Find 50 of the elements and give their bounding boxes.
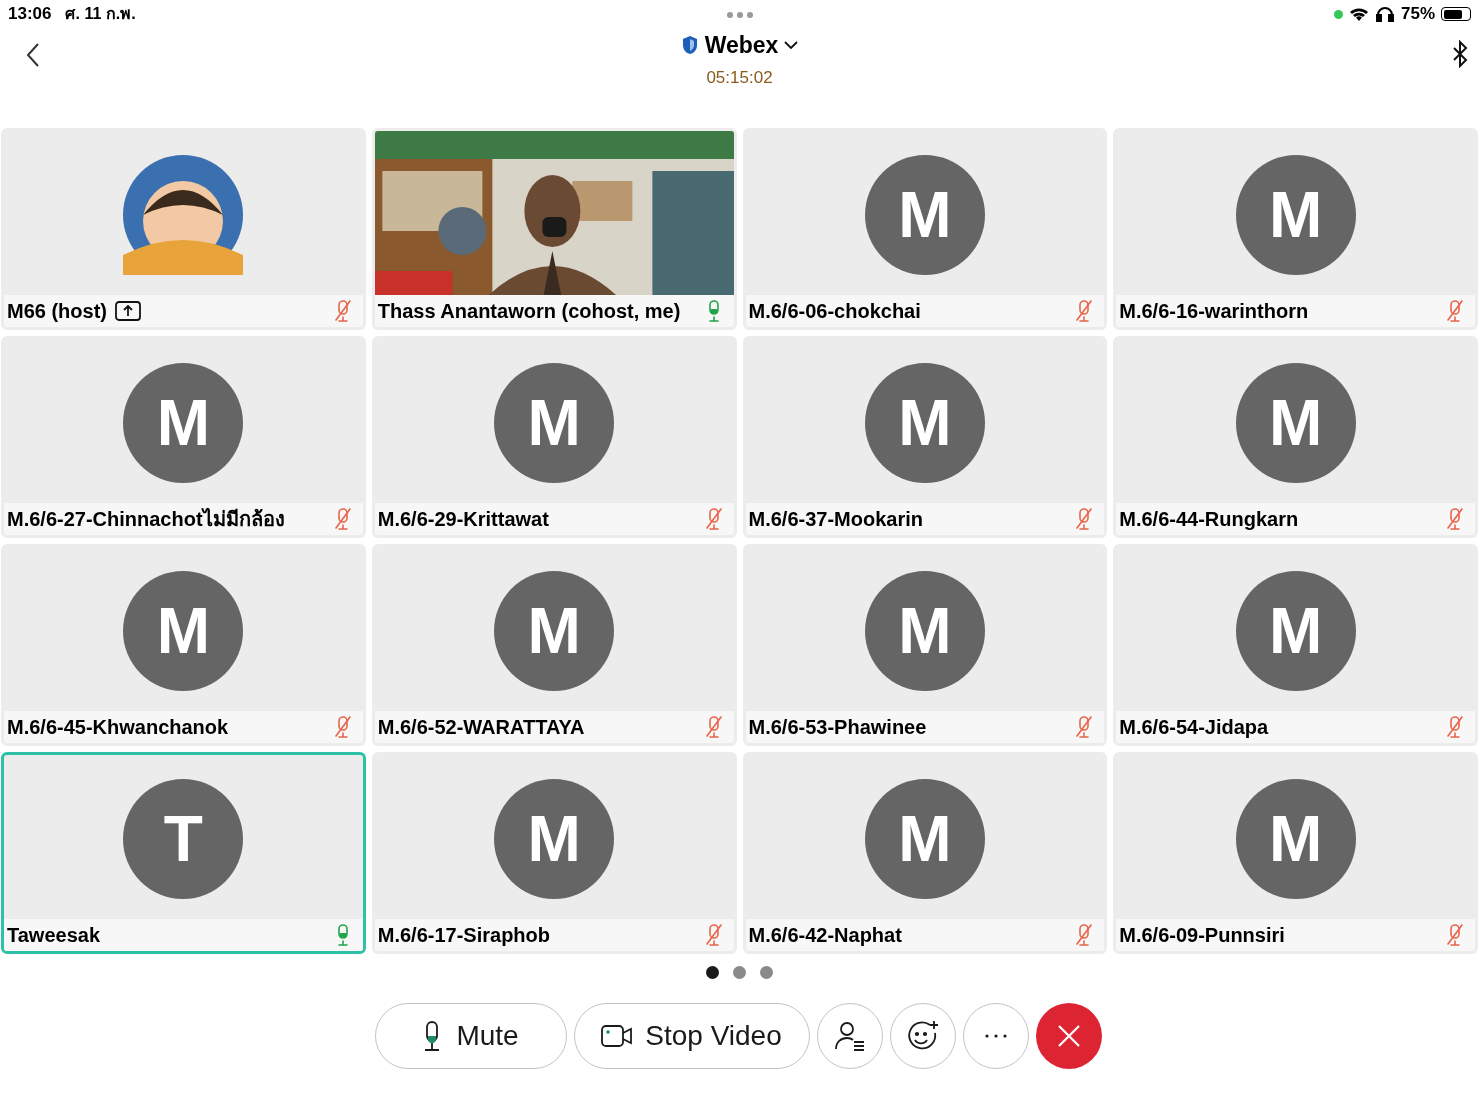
participant-name: M.6/6-16-warinthorn bbox=[1119, 299, 1309, 324]
avatar: M bbox=[494, 779, 615, 899]
participant-name: M.6/6-27-Chinnachotไม่มีกล้อง bbox=[7, 507, 285, 532]
stop-video-button[interactable]: Stop Video bbox=[573, 1003, 810, 1069]
avatar: M bbox=[494, 571, 615, 691]
avatar: M bbox=[123, 571, 244, 691]
back-icon[interactable] bbox=[26, 42, 40, 68]
participant-name: Thass Anantaworn (cohost, me) bbox=[377, 299, 681, 324]
avatar: M bbox=[864, 155, 985, 275]
shield-icon bbox=[680, 35, 699, 56]
avatar: M bbox=[864, 571, 985, 691]
participant-name: M.6/6-44-Rungkarn bbox=[1119, 507, 1299, 532]
participant-name: M.6/6-42-Naphat bbox=[748, 923, 902, 948]
close-icon bbox=[1056, 1024, 1081, 1048]
avatar: M bbox=[494, 363, 615, 483]
chevron-down-icon bbox=[784, 40, 799, 50]
handle-dots-icon[interactable] bbox=[726, 12, 753, 18]
battery-percent: 75% bbox=[1400, 3, 1435, 26]
more-icon bbox=[984, 1034, 1007, 1038]
participant-name: M.6/6-29-Krittawat bbox=[377, 507, 549, 532]
participant-name: M.6/6-53-Phawinee bbox=[748, 715, 927, 740]
wifi-icon bbox=[1348, 6, 1369, 22]
avatar: M bbox=[1235, 571, 1356, 691]
status-time: 13:06 bbox=[8, 3, 52, 26]
participant-name: M.6/6-52-WARATTAYA bbox=[377, 715, 585, 740]
participant-name: M.6/6-37-Mookarin bbox=[748, 507, 923, 532]
bluetooth-icon[interactable] bbox=[1451, 40, 1469, 68]
status-date: ศ. 11 ก.พ. bbox=[65, 4, 136, 24]
participants-list-icon bbox=[833, 1020, 866, 1052]
participant-name: M.6/6-17-Siraphob bbox=[377, 923, 550, 948]
headphones-icon bbox=[1374, 6, 1395, 22]
avatar: M bbox=[864, 363, 985, 483]
participant-name: M.6/6-45-Khwanchanok bbox=[7, 715, 229, 740]
mute-button[interactable]: Mute bbox=[374, 1003, 567, 1069]
battery-icon bbox=[1441, 7, 1471, 21]
avatar: M bbox=[1235, 779, 1356, 899]
camera-indicator-icon bbox=[1333, 9, 1343, 19]
video-camera-icon bbox=[601, 1024, 634, 1048]
participant-name: M.6/6-09-Punnsiri bbox=[1119, 923, 1285, 948]
avatar: T bbox=[123, 779, 244, 899]
participant-name: M66 (host) bbox=[7, 299, 107, 324]
avatar: M bbox=[1235, 155, 1356, 275]
meeting-title-button[interactable]: Webex bbox=[680, 28, 799, 63]
participant-name: M.6/6-54-Jidapa bbox=[1119, 715, 1269, 740]
avatar: M bbox=[864, 779, 985, 899]
avatar: M bbox=[1235, 363, 1356, 483]
meeting-timer: 05:15:02 bbox=[706, 66, 773, 89]
participant-name: M.6/6-06-chokchai bbox=[748, 299, 921, 324]
participant-name: Taweesak bbox=[7, 923, 101, 948]
avatar: M bbox=[123, 363, 244, 483]
